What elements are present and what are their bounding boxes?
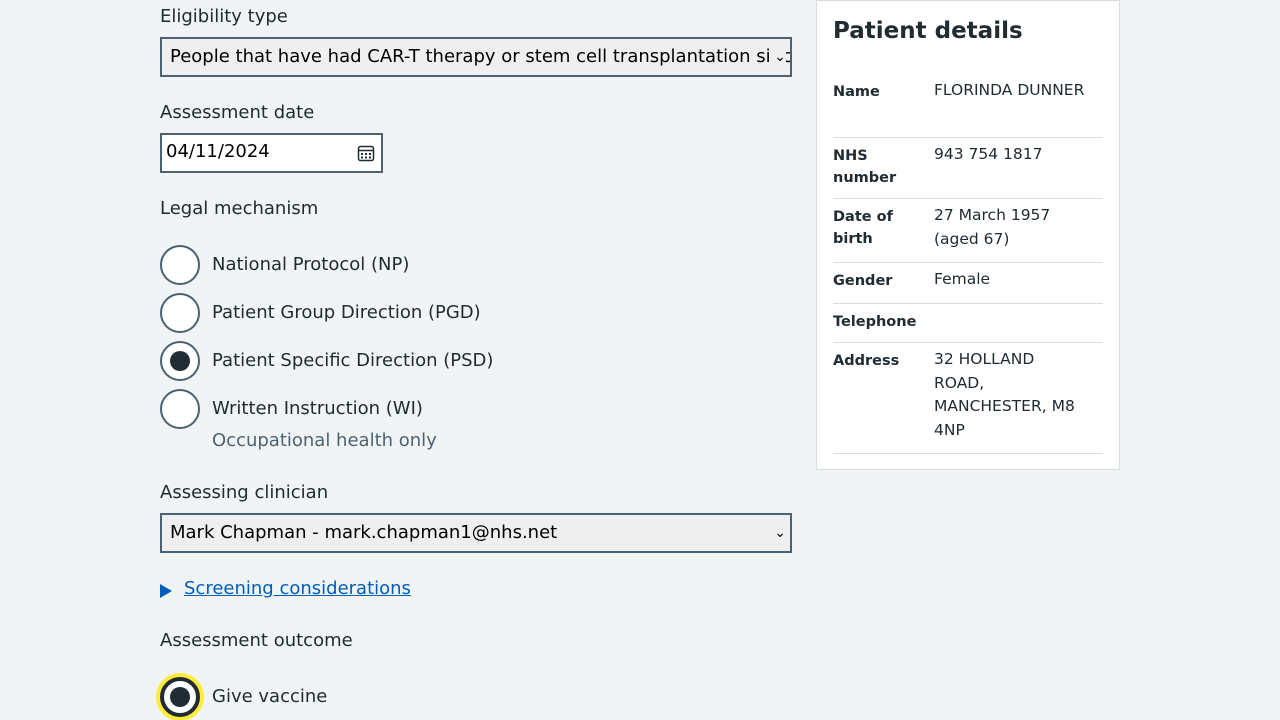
radio-hint: Occupational health only [212,430,437,451]
legal-mechanism-label: Legal mechanism [160,198,319,219]
radio-button[interactable] [160,245,200,285]
summary-key: Telephone [833,314,917,330]
summary-value: 943 754 1817 [934,145,1043,163]
radio-button-selected[interactable] [160,677,200,717]
radio-option-pgd[interactable]: Patient Group Direction (PGD) [160,293,792,333]
radio-option-give-vaccine[interactable]: Give vaccine [160,677,792,717]
radio-label: Patient Specific Direction (PSD) [212,350,494,371]
screening-considerations-link[interactable]: Screening considerations [184,577,411,601]
chevron-down-icon: ⌄ [772,515,786,551]
radio-label: National Protocol (NP) [212,254,410,275]
chevron-down-icon: ⌄ [772,39,786,75]
radio-option-wi[interactable]: Written Instruction (WI) [160,389,792,429]
summary-value: Female [934,270,991,288]
radio-selected-dot [170,687,190,707]
summary-row-nhs-number: NHS number 943 754 1817 [833,145,1103,199]
summary-value: FLORINDA DUNNER [934,81,1085,99]
assessment-outcome-label: Assessment outcome [160,630,353,651]
summary-row-date-of-birth: Date of birth 27 March 1957 (aged 67) [833,206,1103,263]
summary-row-name: Name FLORINDA DUNNER [833,81,1103,138]
eligibility-type-value: People that have had CAR-T therapy or st… [170,46,790,67]
assessment-date-input[interactable]: 04/11/2024 [160,133,383,173]
expand-triangle-icon[interactable] [160,584,172,598]
assessing-clinician-value: Mark Chapman - mark.chapman1@nhs.net [170,522,558,543]
assessment-date-label: Assessment date [160,102,315,123]
radio-button[interactable] [160,389,200,429]
radio-label: Patient Group Direction (PGD) [212,302,481,323]
summary-key: Date of birth [833,209,893,247]
summary-value: 27 March 1957 (aged 67) [934,206,1051,248]
radio-selected-dot [170,351,190,371]
radio-button-selected[interactable] [160,341,200,381]
summary-value: 32 HOLLAND ROAD, MANCHESTER, M8 4NP [934,350,1075,439]
radio-label: Written Instruction (WI) [212,398,423,419]
radio-option-psd[interactable]: Patient Specific Direction (PSD) [160,341,792,381]
radio-button[interactable] [160,293,200,333]
radio-option-np[interactable]: National Protocol (NP) [160,245,792,285]
eligibility-type-select[interactable]: People that have had CAR-T therapy or st… [160,37,792,77]
eligibility-type-label: Eligibility type [160,6,288,27]
calendar-icon[interactable] [357,144,375,162]
summary-key: Name [833,84,880,100]
patient-details-title: Patient details [833,18,1023,44]
summary-row-telephone: Telephone [833,311,1103,343]
assessing-clinician-label: Assessing clinician [160,482,329,503]
summary-key: Address [833,353,900,369]
assessing-clinician-select[interactable]: Mark Chapman - mark.chapman1@nhs.net ⌄ [160,513,792,553]
assessment-date-value: 04/11/2024 [166,141,270,162]
summary-row-address: Address 32 HOLLAND ROAD, MANCHESTER, M8 … [833,350,1103,454]
summary-row-gender: Gender Female [833,270,1103,304]
radio-label: Give vaccine [212,686,328,707]
page: Eligibility type People that have had CA… [0,0,1280,720]
summary-key: Gender [833,273,893,289]
patient-details-card: Patient details Name FLORINDA DUNNER NHS… [816,0,1120,470]
summary-key: NHS number [833,148,897,186]
